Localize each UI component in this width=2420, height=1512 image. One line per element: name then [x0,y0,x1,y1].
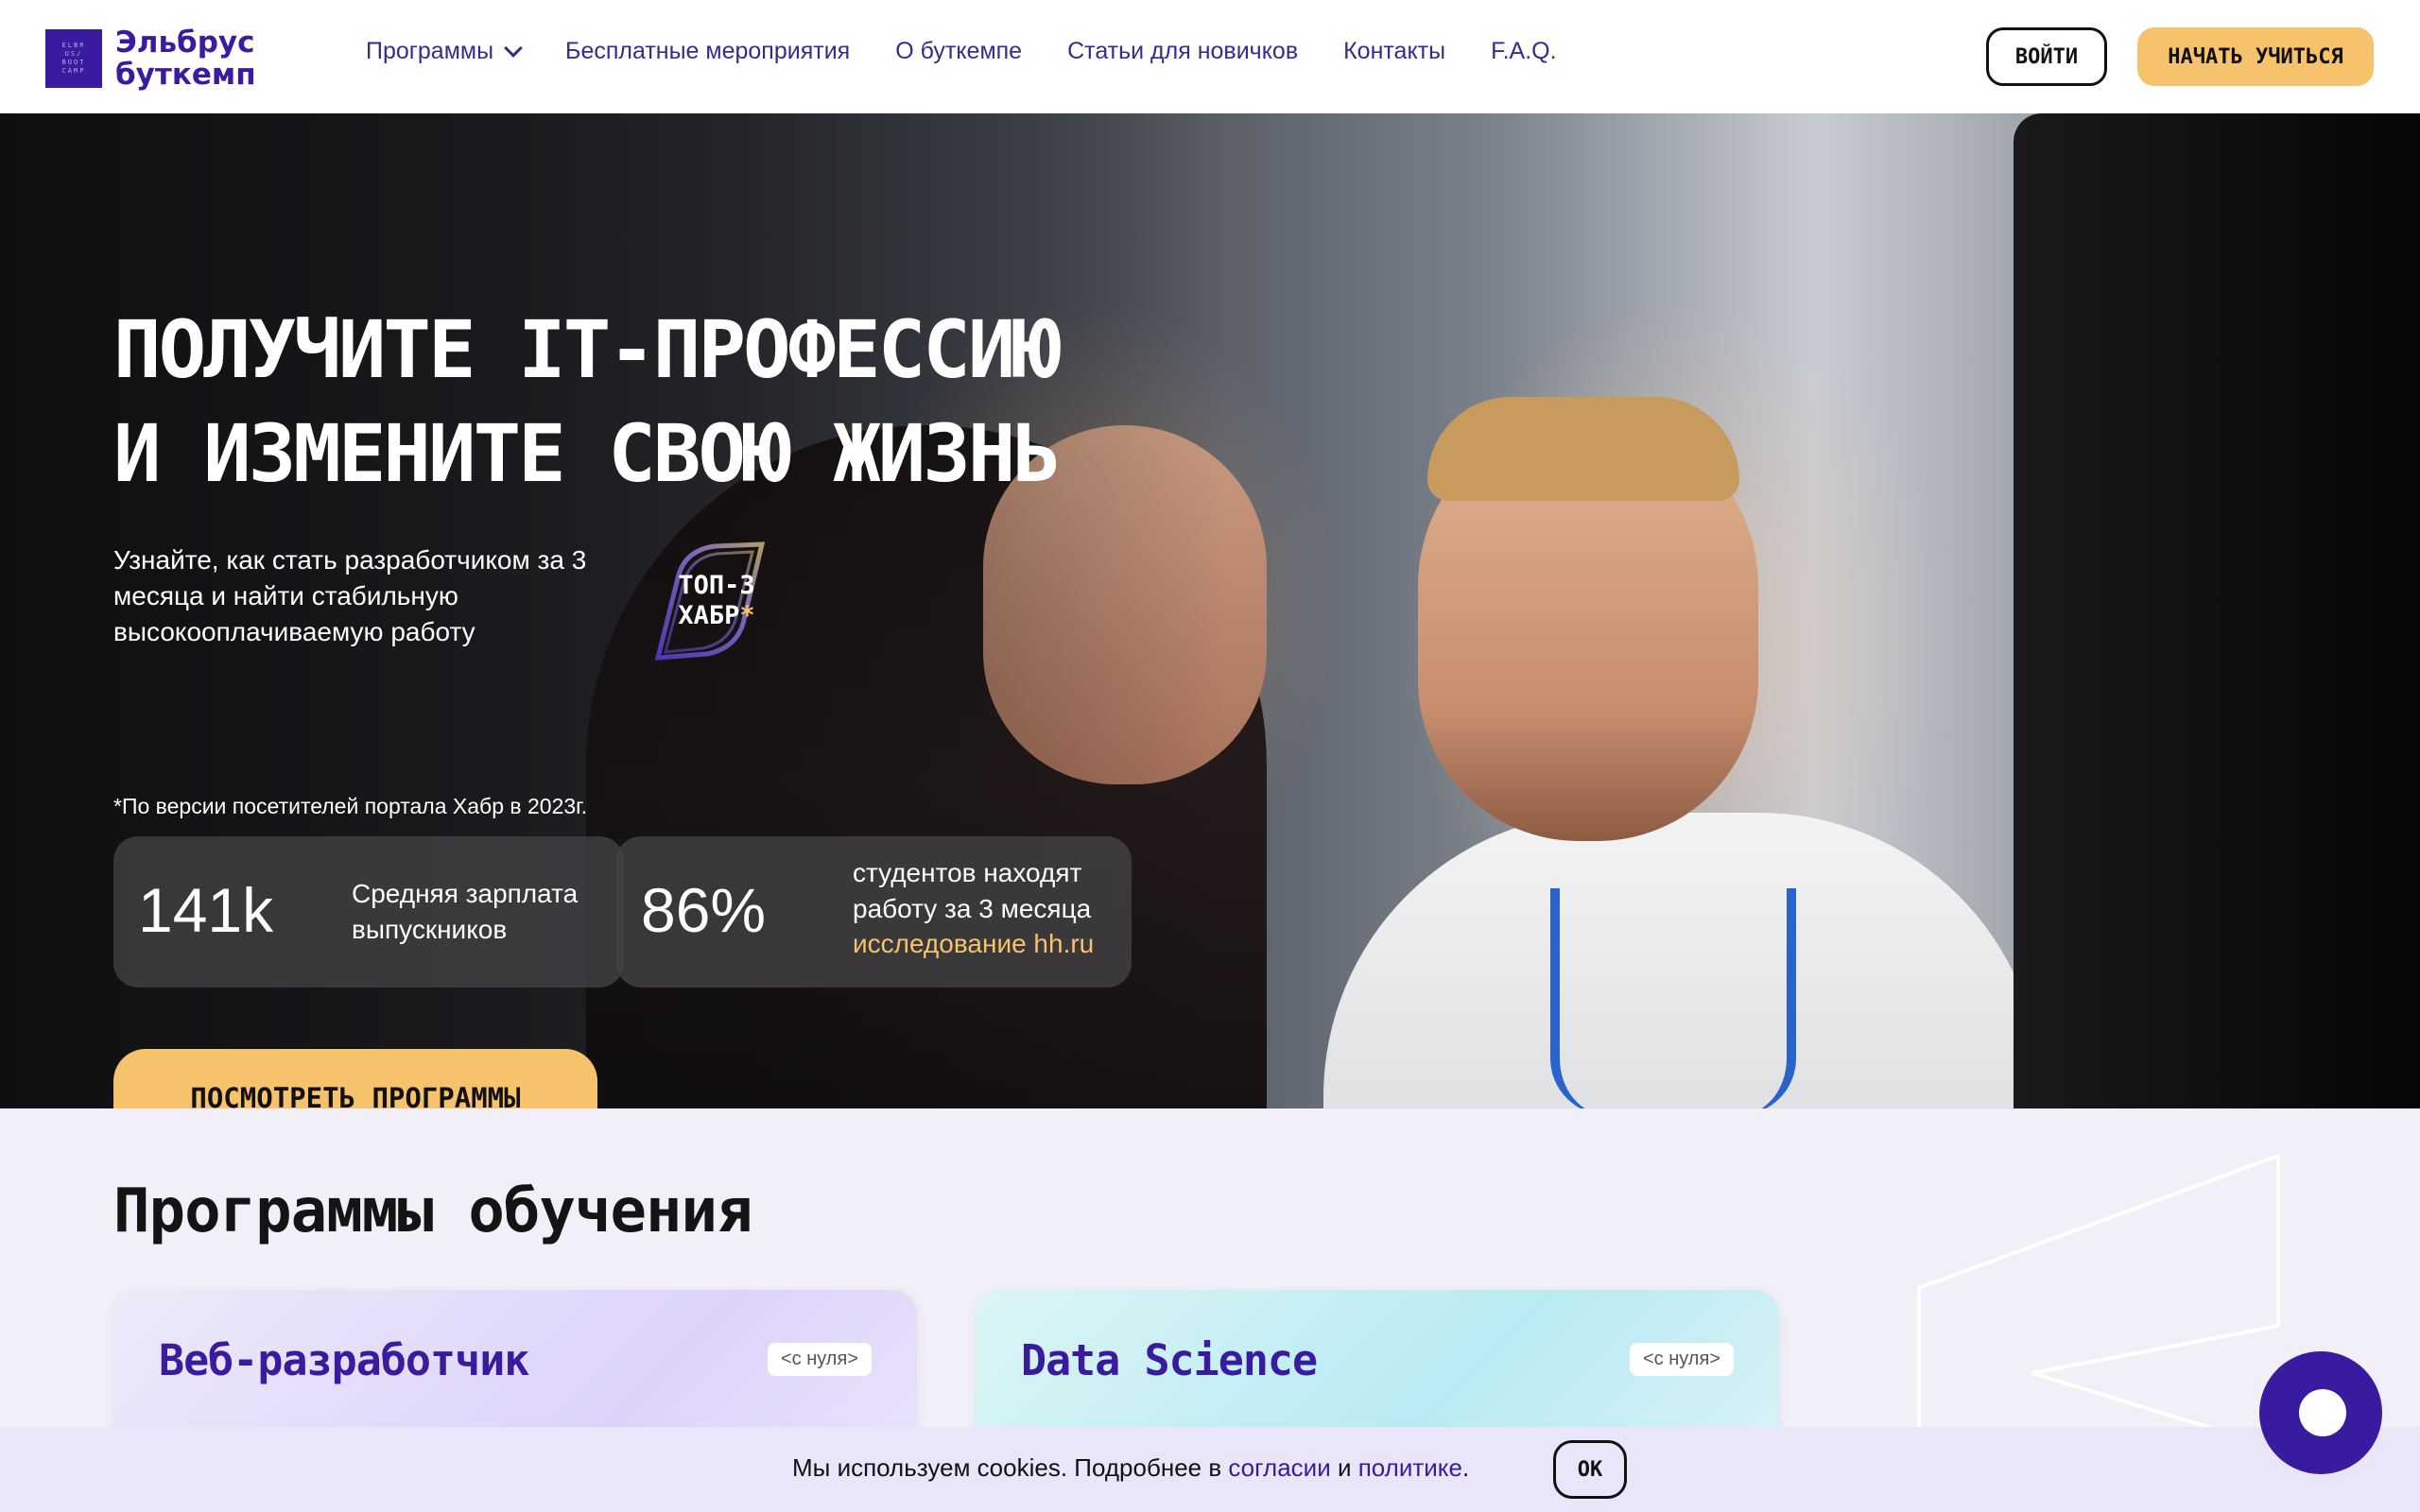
habr-top3-badge: ТОП-3 ХАБР* [641,537,783,679]
program-card-title: Веб-разработчик [159,1335,529,1385]
stat-label: Средняя зарплата выпускников [352,879,579,944]
cookie-banner: Мы используем cookies. Подробнее в согла… [0,1427,2420,1512]
nav-item-programs[interactable]: Программы [366,38,523,65]
logo-mark: ELBR US/ BOOT CAMP [45,29,102,88]
chat-bubble-icon[interactable] [2259,1351,2382,1474]
view-programs-button[interactable]: ПОСМОТРЕТЬ ПРОГРАММЫ [113,1049,597,1108]
nav-item-about[interactable]: О буткемпе [895,38,1022,65]
policy-link[interactable]: политике [1358,1453,1462,1482]
hero-subtitle: Узнайте, как стать разработчиком за 3 ме… [113,545,587,646]
main-nav: Программы Бесплатные мероприятия О бутке… [366,38,1557,65]
logo-text: Эльбрус буткемп [115,26,256,92]
hero-footnote: *По версии посетителей портала Хабр в 20… [113,794,588,818]
hero-photo-lanyard [1550,888,1796,1108]
program-card-title: Data Science [1021,1335,1318,1385]
stat-label: студентов находят работу за 3 месяца [853,858,1092,923]
program-card-tag: <с нуля> [1629,1343,1734,1376]
hero-photo-monitor [2014,113,2420,1108]
login-button[interactable]: ВОЙТИ [1986,27,2107,86]
stat-employment: 86% студентов находят работу за 3 месяца… [616,836,1132,988]
chat-dot [2299,1389,2346,1436]
nav-item-free-events[interactable]: Бесплатные мероприятия [565,38,850,65]
program-card-tag: <с нуля> [767,1343,872,1376]
hh-research-link[interactable]: исследование hh.ru [853,929,1094,959]
cookie-ok-button[interactable]: OK [1553,1440,1627,1499]
hero-photo-man-hair [1427,397,1739,501]
nav-item-faq[interactable]: F.A.Q. [1491,38,1556,65]
start-learning-button[interactable]: НАЧАТЬ УЧИТЬСЯ [2137,27,2374,86]
nav-item-contacts[interactable]: Контакты [1343,38,1445,65]
cookie-text: Мы используем cookies. Подробнее в согла… [792,1453,1470,1482]
hero-section: ПОЛУЧИТЕ IT-ПРОФЕССИЮ И ИЗМЕНИТЕ СВОЮ ЖИ… [0,113,2420,1108]
stat-value: 86% [641,875,767,945]
badge-text: ТОП-3 ХАБР* [678,571,755,630]
section-title: Программы обучения [113,1177,753,1246]
hero-title: ПОЛУЧИТЕ IT-ПРОФЕССИЮ И ИЗМЕНИТЕ СВОЮ ЖИ… [113,303,1061,500]
chevron-down-icon [504,38,523,58]
nav-item-articles[interactable]: Статьи для новичков [1067,38,1298,65]
stat-value: 141k [138,875,274,945]
stat-salary: 141k Средняя зарплата выпускников [113,836,624,988]
site-header: ELBR US/ BOOT CAMP Эльбрус буткемп Прогр… [0,0,2420,113]
logo[interactable]: ELBR US/ BOOT CAMP Эльбрус буткемп [45,26,256,91]
consent-link[interactable]: согласии [1228,1453,1330,1482]
